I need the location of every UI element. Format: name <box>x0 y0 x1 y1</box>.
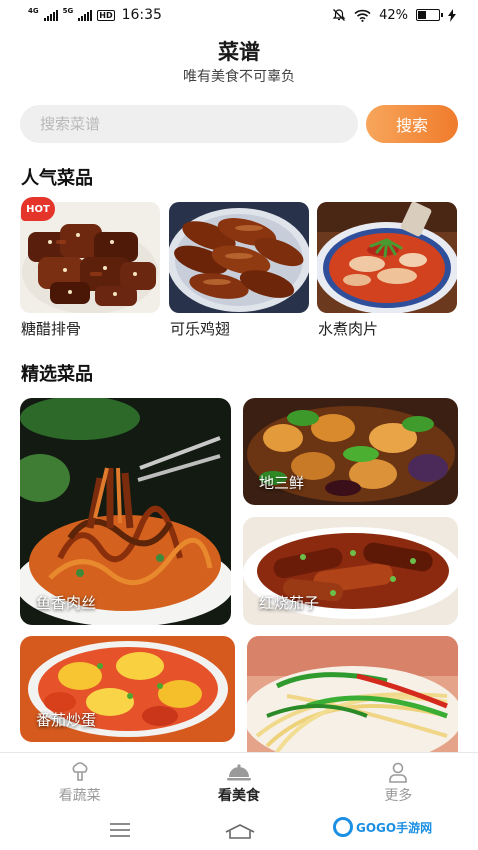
watermark-logo-icon <box>333 817 353 837</box>
cola-wings-image <box>169 202 309 313</box>
battery-icon <box>416 9 443 21</box>
nav-item-vegetables[interactable]: 看蔬菜 <box>0 753 159 812</box>
mute-icon <box>332 9 346 21</box>
menu-icon[interactable] <box>108 822 132 838</box>
cloche-icon <box>226 763 251 780</box>
watermark-logo: GOGO手游网 <box>333 817 432 837</box>
featured-card-disanxian[interactable]: 地三鲜 <box>243 398 458 505</box>
nav-label-more: 更多 <box>384 787 413 804</box>
popular-name-1[interactable]: 糖醋排骨 <box>21 318 81 339</box>
featured-label-3: 红烧茄子 <box>259 594 320 612</box>
network-type-1: 4G <box>28 7 39 15</box>
popular-name-3[interactable]: 水煮肉片 <box>318 318 378 339</box>
popular-section-title: 人气菜品 <box>21 168 93 189</box>
nav-label-vegetables: 看蔬菜 <box>58 787 101 804</box>
featured-section-title: 精选菜品 <box>21 364 93 385</box>
network-type-2: 5G <box>62 7 74 15</box>
signal-icon-1 <box>43 9 58 21</box>
featured-card-tomato-egg[interactable]: 番茄炒蛋 <box>20 636 235 742</box>
nav-label-food: 看美食 <box>217 787 260 804</box>
featured-label-2: 地三鲜 <box>259 474 305 492</box>
search-input[interactable] <box>20 105 358 143</box>
nav-item-food[interactable]: 看美食 <box>159 753 318 812</box>
bottom-nav: 看蔬菜 看美食 更多 <box>0 752 478 812</box>
featured-label-1: 鱼香肉丝 <box>36 594 97 612</box>
wifi-icon <box>354 9 371 22</box>
battery-percent: 42% <box>379 7 408 23</box>
boiled-pork-image <box>317 202 457 313</box>
featured-card-potato-shreds[interactable] <box>247 636 458 752</box>
hot-badge: HOT <box>21 197 55 221</box>
status-bar: 4G 5G HD 16:35 42% <box>0 0 478 30</box>
popular-name-2[interactable]: 可乐鸡翅 <box>170 318 230 339</box>
search-button[interactable]: 搜索 <box>366 105 458 143</box>
featured-label-4: 番茄炒蛋 <box>36 711 97 729</box>
signal-icon-2 <box>78 9 93 21</box>
broccoli-icon <box>72 761 88 781</box>
hd-voice-icon: HD <box>97 9 115 21</box>
page-title: 菜谱 <box>218 40 260 64</box>
featured-card-yuxiang-pork[interactable]: 鱼香肉丝 <box>20 398 231 625</box>
watermark-text: GOGO手游网 <box>356 820 433 835</box>
battery-level <box>418 11 427 19</box>
charging-icon <box>448 8 456 22</box>
potato-shreds-image <box>247 636 458 752</box>
featured-card-braised-eggplant[interactable]: 红烧茄子 <box>243 517 458 625</box>
yuxiang-pork-image <box>20 398 231 625</box>
page-subtitle: 唯有美食不可辜负 <box>183 69 295 85</box>
home-icon[interactable] <box>224 822 256 840</box>
popular-card-cola-wings[interactable] <box>169 202 309 313</box>
status-time: 16:35 <box>121 7 162 23</box>
nav-item-more[interactable]: 更多 <box>319 753 478 812</box>
person-icon <box>389 762 408 783</box>
popular-card-boiled-pork[interactable] <box>317 202 457 313</box>
